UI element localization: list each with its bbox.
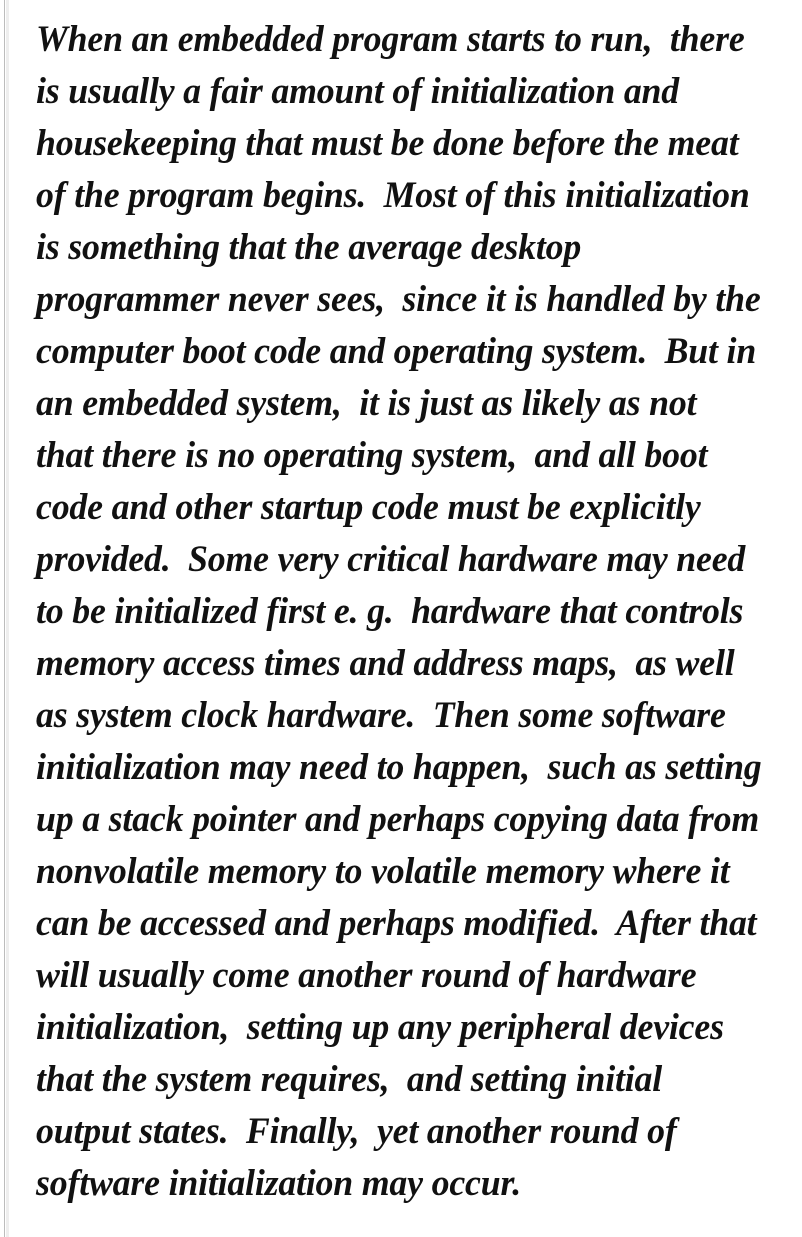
text-line: When an embedded program starts to run, … [36, 19, 745, 60]
text-line: initialization, setting up any periphera… [36, 1007, 724, 1048]
text-line: can be accessed and perhaps modified. Af… [36, 903, 757, 944]
text-line: as system clock hardware. Then some soft… [36, 695, 726, 736]
page-left-rule-shadow [6, 0, 9, 1237]
text-line: provided. Some very critical hardware ma… [36, 539, 746, 580]
text-line: that the system requires, and setting in… [36, 1059, 662, 1100]
text-line: that there is no operating system, and a… [36, 435, 708, 476]
text-line: housekeeping that must be done before th… [36, 123, 739, 164]
text-line: code and other startup code must be expl… [36, 487, 701, 528]
text-line: nonvolatile memory to volatile memory wh… [36, 851, 730, 892]
page-left-rule [4, 0, 5, 1237]
text-line: programmer never sees, since it is handl… [36, 279, 761, 320]
text-line: initialization may need to happen, such … [36, 747, 762, 788]
text-line: software initialization may occur. [36, 1163, 521, 1204]
text-line: memory access times and address maps, as… [36, 643, 735, 684]
text-line: computer boot code and operating system.… [36, 331, 757, 372]
text-line: is something that the average desktop [36, 227, 582, 268]
paragraph-text-block: When an embedded program starts to run, … [36, 14, 798, 1210]
text-line: is usually a fair amount of initializati… [36, 71, 679, 112]
text-line: to be initialized first e. g. hardware t… [36, 591, 744, 632]
document-page: When an embedded program starts to run, … [0, 0, 802, 1237]
text-line: of the program begins. Most of this init… [36, 175, 750, 216]
text-line: will usually come another round of hardw… [36, 955, 697, 996]
text-line: an embedded system, it is just as likely… [36, 383, 697, 424]
text-line: up a stack pointer and perhaps copying d… [36, 799, 760, 840]
text-line: output states. Finally, yet another roun… [36, 1111, 677, 1152]
